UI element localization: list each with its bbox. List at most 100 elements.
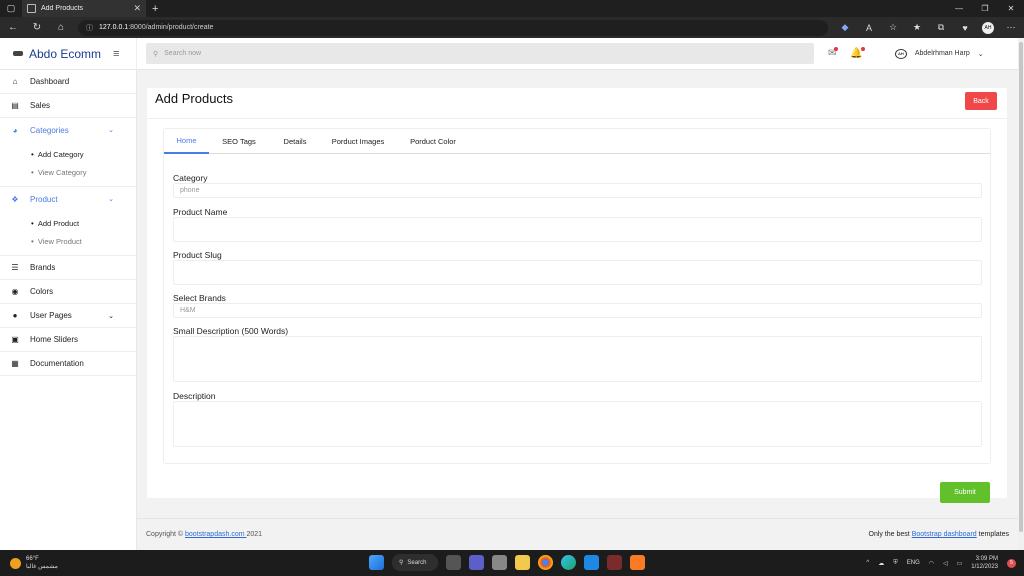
refresh-icon[interactable]: ↻ [30, 22, 44, 33]
hamburger-menu-icon[interactable]: ≡ [113, 48, 119, 60]
favorites-icon[interactable]: ★ [910, 22, 924, 33]
clock[interactable]: 3:09 PM 1/12/2023 [971, 555, 998, 571]
tab-home[interactable]: Home [164, 129, 209, 154]
notifications-bell-icon[interactable]: 🔔 [850, 47, 865, 59]
tab-seo-tags[interactable]: SEO Tags [209, 129, 269, 154]
sidebar-item-categories[interactable]: ◕ Categories ⌄ [0, 118, 136, 142]
extension-tag-icon[interactable]: ◆ [838, 22, 852, 33]
back-button[interactable]: Back [965, 92, 997, 110]
sidebar-subitem-view-category[interactable]: View Category [31, 163, 136, 181]
minimize-icon[interactable]: — [946, 4, 972, 13]
category-label: Category [173, 173, 208, 183]
brands-select[interactable]: H&M [173, 303, 982, 318]
home-icon: ⌂ [12, 77, 18, 86]
url-input[interactable]: ⓘ 127.0.0.1:8000/admin/product/create [78, 19, 828, 36]
messages-icon[interactable]: ✉ [828, 47, 839, 59]
sun-icon [10, 557, 21, 569]
palette-icon: ◉ [11, 287, 19, 296]
document-icon: ▦ [11, 359, 19, 368]
profile-avatar[interactable]: AH [982, 21, 994, 34]
tab-product-images[interactable]: Porduct Images [321, 129, 395, 154]
xampp-icon[interactable] [630, 555, 645, 570]
weather-temp: 66°F [26, 556, 39, 562]
sidebar-item-dashboard[interactable]: ⌂ Dashboard [0, 70, 136, 94]
weather-widget[interactable]: 66°F مشمس غالبا [0, 555, 120, 571]
sidebar-item-brands[interactable]: ☰ Brands [0, 256, 136, 280]
search-icon: ⚲ [153, 50, 159, 58]
security-icon[interactable]: ⛨ [893, 560, 898, 567]
notification-badge[interactable]: 5 [1007, 558, 1016, 568]
meet-icon[interactable] [469, 555, 484, 570]
window-menu-icon[interactable]: ▢ [0, 0, 22, 17]
categories-submenu: Add Category View Category [0, 142, 136, 187]
form-tabs: Home SEO Tags Details Porduct Images Por… [164, 129, 990, 154]
description-label: Description [173, 391, 216, 401]
cloud-icon[interactable]: ☁ [878, 560, 884, 567]
chevron-up-icon[interactable]: ^ [866, 560, 869, 566]
sidebar-item-user-pages[interactable]: ● User Pages ⌄ [0, 304, 136, 328]
bootstrapdash-link[interactable]: bootstrapdash.com [185, 531, 246, 538]
user-name: Abdelrhman Harp [914, 50, 970, 57]
sidebar-item-product[interactable]: ❖ Product ⌄ [0, 187, 136, 211]
more-options-icon[interactable]: ⋯ [1004, 22, 1018, 33]
favorite-add-icon[interactable]: ☆ [886, 22, 900, 33]
small-description-textarea[interactable] [173, 336, 982, 382]
product-submenu: Add Product View Product [0, 211, 136, 256]
sidebar-item-documentation[interactable]: ▦ Documentation [0, 352, 136, 376]
maximize-icon[interactable]: ❐ [972, 4, 998, 13]
user-avatar: AH [894, 48, 907, 59]
sidebar-item-home-sliders[interactable]: ▣ Home Sliders [0, 328, 136, 352]
tab-close-icon[interactable]: ✕ [133, 3, 141, 14]
brand[interactable]: Abdo Ecomm ≡ [0, 37, 137, 70]
chevron-down-icon: ⌄ [977, 50, 984, 58]
store-icon[interactable] [492, 555, 507, 570]
search-input[interactable]: ⚲ Search now [146, 43, 814, 64]
file-explorer-icon[interactable] [515, 555, 530, 570]
tab-product-color[interactable]: Porduct Color [395, 129, 471, 154]
collections-icon[interactable]: ⧉ [934, 22, 948, 33]
weather-desc: مشمس غالبا [26, 564, 58, 570]
user-menu[interactable]: AH Abdelrhman Harp ⌄ [894, 48, 984, 59]
close-window-icon[interactable]: ✕ [998, 4, 1024, 13]
sidebar-subitem-add-category[interactable]: Add Category [31, 145, 136, 163]
taskbar-search[interactable]: ⚲ Search [392, 554, 438, 571]
brand-name: Abdo Ecomm [29, 46, 102, 61]
page-title: Add Products [155, 91, 234, 106]
brand-logo-icon [13, 51, 23, 56]
info-icon[interactable]: ⓘ [86, 23, 93, 33]
app-header: Abdo Ecomm ≡ ⚲ Search now ✉ 🔔 AH Abdelrh… [0, 37, 1018, 70]
lang-indicator[interactable]: ENG [907, 560, 920, 566]
bootstrap-dashboard-link[interactable]: Bootstrap dashboard [912, 531, 977, 538]
system-tray: ^ ☁ ⛨ ENG ◠ ◁ ▭ 3:09 PM 1/12/2023 5 [866, 550, 1016, 576]
sidebar-subitem-add-product[interactable]: Add Product [31, 214, 136, 232]
new-tab-icon[interactable]: + [146, 3, 164, 15]
terminal-app-icon[interactable] [607, 555, 622, 570]
category-select[interactable]: phone [173, 183, 982, 198]
heart-icon[interactable]: ♥ [958, 23, 972, 33]
home-browser-icon[interactable]: ⌂ [54, 22, 68, 33]
sidebar-item-colors[interactable]: ◉ Colors [0, 280, 136, 304]
submit-button[interactable]: Submit [940, 482, 990, 503]
read-aloud-icon[interactable]: A [862, 23, 876, 33]
sidebar-item-sales[interactable]: ▤ Sales [0, 94, 136, 118]
volume-icon[interactable]: ◁ [943, 560, 948, 567]
back-arrow-icon[interactable]: ← [6, 22, 20, 33]
address-bar-row: ← ↻ ⌂ ⓘ 127.0.0.1:8000/admin/product/cre… [0, 17, 1024, 38]
vscode-icon[interactable] [584, 555, 599, 570]
select-brands-label: Select Brands [173, 293, 226, 303]
product-slug-input[interactable] [173, 260, 982, 285]
browser-tab[interactable]: Add Products ✕ [22, 0, 146, 17]
product-name-input[interactable] [173, 217, 982, 242]
edge-icon[interactable] [561, 555, 576, 570]
list-icon: ☰ [11, 263, 19, 272]
page-scrollbar[interactable] [1018, 38, 1024, 550]
tab-details[interactable]: Details [269, 129, 321, 154]
battery-icon[interactable]: ▭ [957, 560, 963, 567]
wifi-icon[interactable]: ◠ [929, 560, 934, 567]
slides-icon: ▣ [11, 335, 19, 344]
chrome-icon[interactable] [538, 555, 553, 570]
sidebar-subitem-view-product[interactable]: View Product [31, 232, 136, 250]
description-textarea[interactable] [173, 401, 982, 447]
task-view-icon[interactable] [446, 555, 461, 570]
start-windows-icon[interactable] [369, 555, 384, 570]
